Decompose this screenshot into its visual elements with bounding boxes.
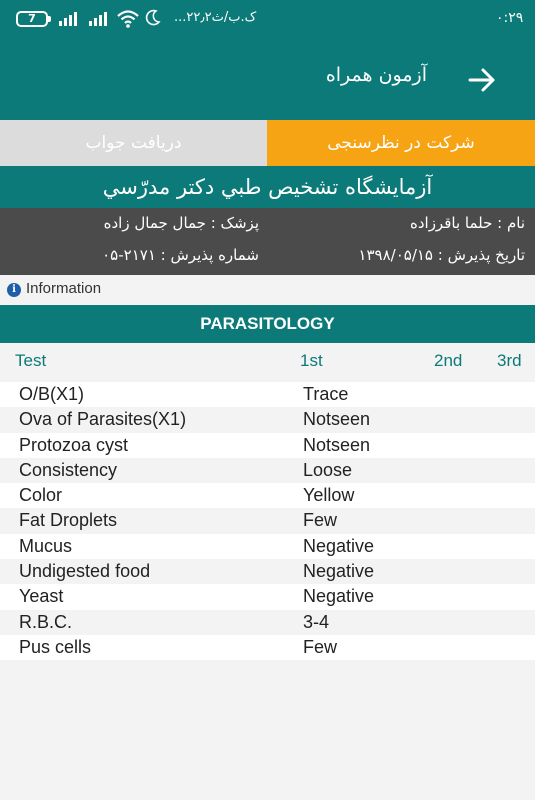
result-1st: Negative — [303, 561, 375, 582]
table-row: Pus cells Few — [0, 634, 535, 661]
table-row: Undigested food Negative — [0, 559, 535, 585]
test-name: Yeast — [19, 586, 64, 607]
table-row: Yeast Negative — [0, 584, 535, 610]
test-name: Ova of Parasites(X1) — [19, 409, 187, 430]
test-name: Mucus — [19, 535, 73, 556]
result-1st: Notseen — [303, 434, 371, 455]
header-1st: 1st — [300, 351, 323, 370]
header-3rd: 3rd — [497, 351, 522, 370]
app-bar: آزمون همراه — [0, 38, 535, 120]
result-1st: Loose — [303, 459, 353, 480]
admission-date: تاریخ پذیرش : ۱۳۹۸/۰۵/۱۵ — [358, 246, 525, 264]
app-title: آزمون همراه — [325, 64, 427, 86]
section-title: PARASITOLOGY — [0, 305, 535, 343]
doctor-name: پزشک : جمال جمال زاده — [103, 214, 259, 232]
network-speed: ...۲۲٫۲ک.ب/ث — [174, 10, 257, 25]
table-row: R.B.C. 3-4 — [0, 609, 535, 635]
status-bar: 7 ...۲۲٫۲ک.ب/ث ۰:۲۹ — [0, 0, 535, 38]
result-1st: Negative — [303, 535, 375, 556]
result-1st: Negative — [303, 586, 375, 607]
information-link[interactable]: i Information — [0, 275, 535, 305]
tab-get-answer[interactable]: دریافت جواب — [0, 120, 267, 166]
admission-number: شماره پذیرش : ۲۱۷۱-۰۵ — [102, 246, 259, 264]
table-row: Consistency Loose — [0, 457, 535, 484]
result-1st: Yellow — [303, 485, 355, 506]
test-name: R.B.C. — [19, 611, 73, 632]
patient-name: نام : حلما باقرزاده — [409, 214, 525, 232]
test-name: Protozoa cyst — [19, 434, 129, 455]
table-row: Ova of Parasites(X1) Notseen — [0, 407, 535, 433]
signal-icon — [89, 12, 107, 26]
table-header: Test 1st 2nd 3rd — [0, 343, 535, 381]
result-1st: 3-4 — [303, 611, 330, 632]
table-row: Color Yellow — [0, 483, 535, 509]
results-table: O/B(X1) Trace Ova of Parasites(X1) Notse… — [0, 382, 535, 661]
result-1st: Notseen — [303, 409, 371, 430]
test-name: Pus cells — [19, 636, 92, 657]
test-name: Consistency — [19, 459, 118, 480]
tab-survey[interactable]: شرکت در نظرسنجی — [267, 120, 535, 166]
lab-name: آزمایشگاه تشخیص طبي دکتر مدرّسي — [0, 166, 535, 208]
result-1st: Few — [303, 510, 338, 531]
table-row: O/B(X1) Trace — [0, 382, 535, 408]
tab-bar: شرکت در نظرسنجی دریافت جواب — [0, 120, 535, 166]
result-1st: Few — [303, 636, 338, 657]
table-row: Protozoa cyst Notseen — [0, 432, 535, 458]
result-1st: Trace — [303, 384, 349, 404]
moon-icon — [145, 9, 161, 26]
header-2nd: 2nd — [434, 351, 463, 370]
table-row: Fat Droplets Few — [0, 508, 535, 534]
table-row: Mucus Negative — [0, 533, 535, 560]
clock: ۰:۲۹ — [496, 10, 524, 26]
arrow-right-icon[interactable] — [464, 62, 500, 98]
test-name: Undigested food — [19, 561, 151, 582]
information-label: Information — [26, 280, 102, 297]
header-test: Test — [15, 351, 47, 370]
patient-info: نام : حلما باقرزاده پزشک : جمال جمال زاد… — [0, 208, 535, 275]
battery-icon: 7 — [16, 11, 51, 27]
test-name: Color — [19, 485, 63, 506]
info-icon: i — [7, 283, 21, 297]
test-name: O/B(X1) — [19, 384, 85, 404]
test-name: Fat Droplets — [19, 510, 118, 531]
signal-icon — [59, 12, 77, 26]
wifi-icon — [117, 10, 139, 28]
